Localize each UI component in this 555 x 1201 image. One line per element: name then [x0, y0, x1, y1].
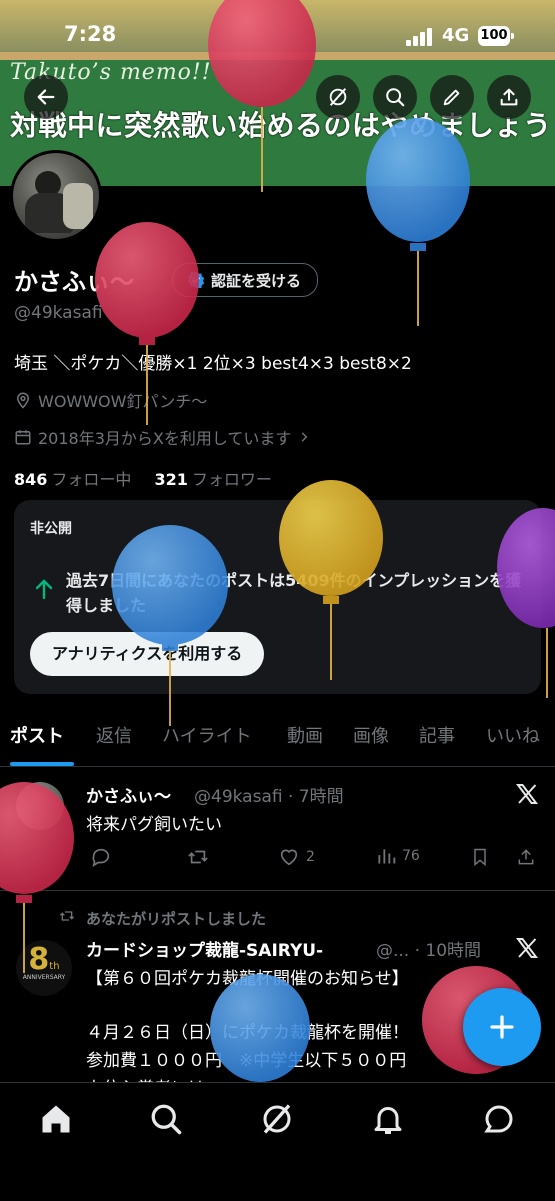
bookmark-icon [474, 848, 486, 867]
notifications-icon[interactable] [370, 1101, 406, 1137]
verified-badge-icon [187, 271, 205, 289]
cell-signal-icon [406, 28, 432, 46]
followers-link[interactable]: 321 フォロワー [155, 470, 272, 489]
post-item[interactable]: かさふぃ〜 @49kasafi · 7時間 将来パグ飼いたい 2 76 [0, 768, 555, 890]
bookmark-button[interactable] [470, 846, 490, 868]
following-link[interactable]: 846 フォロー中 [14, 470, 131, 489]
post-avatar[interactable] [16, 782, 64, 830]
profile-tabs: ポスト 返信 ハイライト 動画 画像 記事 いいね [0, 708, 555, 767]
edit-icon [443, 89, 460, 106]
get-verified-label: 認証を受ける [211, 271, 302, 290]
get-verified-button[interactable]: 認証を受ける [172, 263, 319, 297]
profile-handle: @49kasafi [14, 303, 103, 323]
repost-label: あなたがリポストしました [86, 910, 267, 928]
messages-icon[interactable] [481, 1101, 517, 1137]
network-type: 4G [442, 25, 470, 46]
repost-icon [59, 911, 75, 921]
joined-text: 2018年3月からXを利用しています [38, 429, 292, 448]
post-text-line: 【第６０回ポケカ裁龍杯開催のお知らせ】 [86, 969, 409, 989]
post-item[interactable]: あなたがリポストしました 8th ANNIVERSARY カードショップ裁龍-S… [0, 892, 555, 1099]
search-icon [386, 88, 405, 107]
like-button[interactable]: 2 [278, 846, 315, 868]
post-actions: 2 76 [86, 846, 541, 872]
avatar-anniversary-label: ANNIVERSARY [22, 974, 66, 981]
following-count: 846 [14, 470, 48, 489]
battery-indicator: 100 [478, 26, 514, 46]
location-icon [16, 392, 30, 409]
avatar-anniversary-suffix: th [49, 961, 60, 972]
tab-articles[interactable]: 記事 [419, 722, 455, 748]
post-divider [0, 890, 555, 891]
compose-icon [490, 1015, 514, 1039]
chevron-right-icon [302, 432, 308, 442]
compose-button[interactable] [463, 988, 541, 1066]
post-handle-time: @49kasafi · 7時間 [194, 787, 344, 807]
share-button[interactable] [487, 75, 531, 119]
grok-icon [329, 88, 347, 106]
avatar-photo [13, 153, 99, 239]
profile-joined[interactable]: 2018年3月からXを利用しています [14, 425, 311, 449]
share-post-button[interactable] [516, 846, 536, 868]
location-text: WOWWOW釘パンチ〜 [38, 392, 208, 411]
profile-avatar[interactable] [10, 150, 102, 242]
bottom-navigation [0, 1082, 555, 1201]
status-time: 7:28 [64, 22, 117, 46]
followers-count: 321 [154, 470, 188, 489]
impressions-message: 過去7日間にあなたのポストは5409件のインプレッションを獲得しました [66, 571, 522, 615]
x-logo-icon [516, 938, 538, 958]
analytics-button[interactable]: アナリティクスを利用する [30, 632, 265, 676]
avatar-anniversary-number: 8 [28, 942, 50, 977]
repost-icon [188, 850, 208, 864]
views-button[interactable]: 76 [376, 846, 420, 866]
tab-replies[interactable]: 返信 [96, 722, 132, 748]
repost-button[interactable] [186, 846, 210, 868]
post-handle-time: @... · 10時間 [376, 941, 482, 961]
private-label: 非公開 [30, 521, 72, 537]
share-icon [518, 849, 534, 865]
grok-button[interactable] [316, 75, 360, 119]
post-text: 将来パグ飼いたい [86, 815, 222, 835]
followers-label: フォロワー [191, 470, 272, 489]
back-button[interactable] [24, 75, 68, 119]
tab-images[interactable]: 画像 [353, 722, 389, 748]
back-icon [37, 89, 55, 105]
post-text-line: 参加費１０００円 ※中学生以下５００円 [86, 1051, 407, 1071]
reply-icon [92, 848, 110, 867]
view-count: 76 [402, 848, 420, 864]
post-avatar[interactable]: 8th ANNIVERSARY [16, 940, 72, 996]
banner-slogan-text: 対戦中に突然歌い始めるのはやめましょう [10, 109, 552, 142]
post-author-name[interactable]: カードショップ裁龍-SAIRYU- [86, 936, 323, 961]
share-icon [500, 88, 518, 106]
post-author-name[interactable]: かさふぃ〜 [86, 782, 171, 807]
x-logo-icon [516, 784, 538, 804]
profile-bio: 埼玉 ＼ポケカ＼優勝×1 2位×3 best4×3 best8×2 [14, 354, 412, 374]
tab-posts[interactable]: ポスト [10, 722, 64, 748]
profile-display-name: かさふぃ〜 [14, 268, 134, 296]
tab-videos[interactable]: 動画 [287, 722, 323, 748]
post-text-line: ４月２６日（日）にポケカ裁龍杯を開催！ [86, 1023, 409, 1043]
like-icon [280, 849, 298, 866]
active-tab-indicator [10, 762, 74, 766]
like-count: 2 [306, 849, 315, 865]
profile-location: WOWWOW釘パンチ〜 [14, 388, 207, 412]
calendar-icon [15, 430, 31, 445]
home-icon[interactable] [38, 1101, 74, 1137]
arrow-up-icon [35, 579, 53, 600]
search-button[interactable] [373, 75, 417, 119]
views-icon [378, 849, 396, 864]
following-label: フォロー中 [51, 470, 132, 489]
follow-stats: 846 フォロー中 321 フォロワー [14, 466, 272, 490]
grok-icon[interactable] [259, 1101, 295, 1137]
search-icon[interactable] [148, 1101, 184, 1137]
tab-likes[interactable]: いいね [486, 722, 540, 748]
private-analytics-card: 非公開 過去7日間にあなたのポストは5409件のインプレッションを獲得しました … [14, 500, 541, 694]
edit-button[interactable] [430, 75, 474, 119]
status-bar: 7:28 4G 100 [0, 20, 555, 56]
tab-highlights[interactable]: ハイライト [162, 722, 252, 748]
reply-button[interactable] [90, 846, 112, 868]
